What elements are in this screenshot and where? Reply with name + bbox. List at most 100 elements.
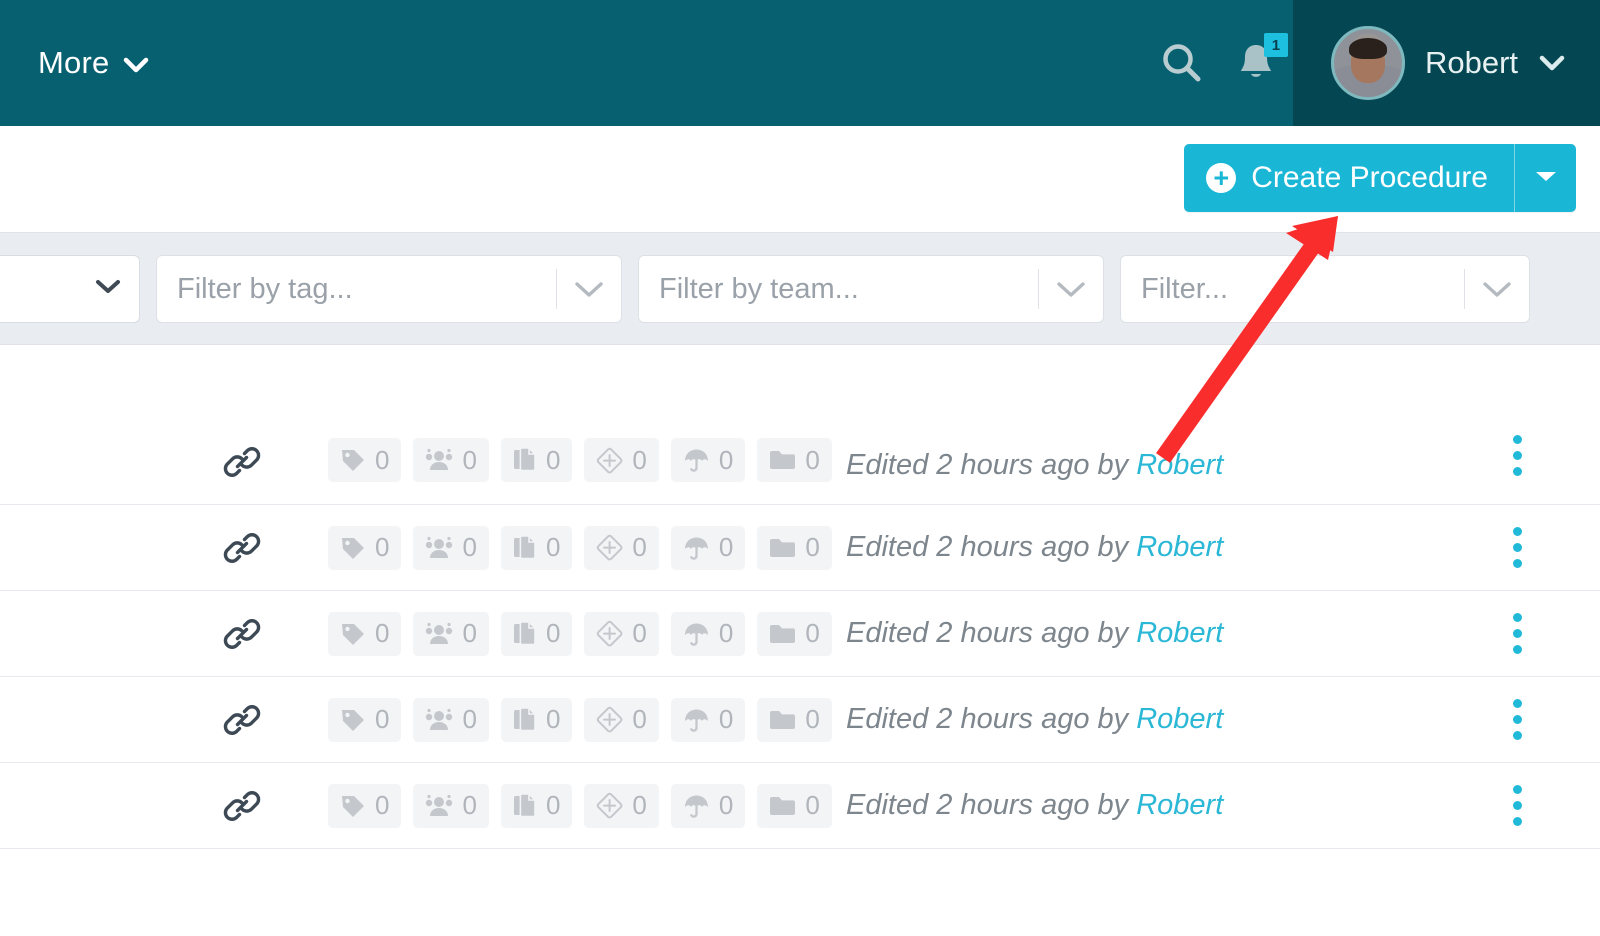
chip-count: 0 [545, 532, 561, 562]
chip-copy-documents[interactable]: 0 [500, 783, 573, 828]
chip-diamond[interactable]: 0 [584, 438, 659, 482]
users-icon [425, 535, 453, 561]
chip-umbrella[interactable]: 0 [670, 783, 746, 828]
edited-author-link[interactable]: Robert [1136, 789, 1223, 821]
umbrella-icon [683, 793, 710, 819]
link-icon[interactable] [222, 700, 262, 740]
vertical-dots-icon[interactable] [1507, 429, 1528, 482]
link-icon[interactable] [222, 614, 262, 654]
chip-copy-documents[interactable]: 0 [500, 611, 573, 656]
caret-down-icon [1533, 168, 1559, 189]
chip-copy-documents[interactable]: 0 [500, 525, 573, 570]
chip-umbrella[interactable]: 0 [670, 525, 746, 570]
row-edited-meta: Edited 2 hours ago by Robert [846, 703, 1223, 736]
users-icon [425, 793, 453, 819]
edited-author-link[interactable]: Robert [1136, 617, 1223, 649]
chip-count: 0 [718, 444, 734, 475]
chip-count: 0 [805, 532, 820, 562]
row-metric-chips: 0 0 0 0 0 0 [328, 611, 832, 656]
nav-more-menu[interactable]: More [38, 45, 149, 81]
chip-tag[interactable]: 0 [328, 438, 402, 482]
folder-icon [769, 795, 796, 817]
chip-count: 0 [375, 790, 390, 820]
chip-users[interactable]: 0 [413, 697, 489, 742]
folder-icon [769, 449, 796, 471]
chip-diamond[interactable]: 0 [584, 783, 659, 828]
chip-folder[interactable]: 0 [757, 438, 832, 482]
chip-users[interactable]: 0 [413, 611, 489, 656]
table-row[interactable]: 0 0 0 0 0 0 Edited 2 hours ago by Robert [0, 345, 1600, 505]
chip-copy-documents[interactable]: 0 [500, 697, 573, 742]
misc-filter-input[interactable]: Filter... [1120, 255, 1530, 323]
create-procedure-label: Create Procedure [1251, 161, 1488, 194]
chip-count: 0 [375, 444, 390, 475]
table-row[interactable]: 0 0 0 0 0 0 Edited 2 hours ago by Robert [0, 763, 1600, 849]
chevron-down-icon[interactable] [1465, 279, 1529, 300]
folder-icon [769, 623, 796, 645]
chip-count: 0 [545, 790, 561, 820]
chip-tag[interactable]: 0 [328, 611, 402, 656]
chip-umbrella[interactable]: 0 [670, 438, 746, 482]
nav-more-label: More [38, 45, 110, 80]
chip-umbrella[interactable]: 0 [670, 697, 746, 742]
top-header-bar: More 1 Robert [0, 0, 1600, 126]
team-filter-placeholder: Filter by team... [659, 272, 859, 305]
tag-icon [340, 707, 366, 733]
vertical-dots-icon[interactable] [1507, 607, 1528, 660]
chip-count: 0 [632, 618, 647, 648]
users-icon [425, 447, 453, 473]
chip-folder[interactable]: 0 [757, 697, 832, 742]
link-icon[interactable] [222, 528, 262, 568]
chip-diamond[interactable]: 0 [584, 611, 659, 656]
chip-count: 0 [805, 790, 820, 820]
chip-folder[interactable]: 0 [757, 525, 832, 570]
copy-documents-icon [513, 706, 537, 733]
vertical-dots-icon[interactable] [1507, 779, 1528, 832]
chip-count: 0 [545, 704, 561, 734]
status-select[interactable] [0, 255, 140, 323]
copy-documents-icon [513, 792, 537, 819]
link-icon[interactable] [222, 442, 262, 482]
chevron-down-icon[interactable] [1039, 279, 1103, 300]
edited-text: Edited 2 hours ago by [846, 449, 1137, 481]
chip-folder[interactable]: 0 [757, 783, 832, 828]
table-row[interactable]: 0 0 0 0 0 0 Edited 2 hours ago by Robert [0, 505, 1600, 591]
link-icon[interactable] [222, 786, 262, 826]
tag-filter-input[interactable]: Filter by tag... [156, 255, 622, 323]
edited-author-link[interactable]: Robert [1136, 531, 1223, 563]
chip-count: 0 [462, 444, 477, 475]
notification-count-badge: 1 [1263, 33, 1288, 57]
user-menu[interactable]: Robert [1292, 0, 1600, 126]
chevron-down-icon[interactable] [557, 279, 621, 300]
team-filter-input[interactable]: Filter by team... [638, 255, 1104, 323]
chip-count: 0 [718, 790, 734, 820]
avatar [1330, 26, 1405, 100]
edited-text: Edited 2 hours ago by [846, 617, 1137, 649]
row-metric-chips: 0 0 0 0 0 0 [328, 697, 832, 742]
create-procedure-dropdown-toggle[interactable] [1514, 144, 1576, 212]
chip-umbrella[interactable]: 0 [670, 611, 746, 656]
edited-author-link[interactable]: Robert [1136, 449, 1223, 481]
vertical-dots-icon[interactable] [1507, 521, 1528, 574]
chip-users[interactable]: 0 [413, 783, 489, 828]
tag-icon [340, 535, 366, 561]
table-row[interactable]: 0 0 0 0 0 0 Edited 2 hours ago by Robert [0, 677, 1600, 763]
chip-diamond[interactable]: 0 [584, 697, 659, 742]
chip-tag[interactable]: 0 [328, 697, 402, 742]
chip-count: 0 [718, 618, 734, 648]
create-procedure-button[interactable]: + Create Procedure [1184, 144, 1514, 212]
chip-users[interactable]: 0 [413, 438, 489, 482]
chip-copy-documents[interactable]: 0 [500, 438, 573, 482]
table-row[interactable]: 0 0 0 0 0 0 Edited 2 hours ago by Robert [0, 591, 1600, 677]
vertical-dots-icon[interactable] [1507, 693, 1528, 746]
chip-folder[interactable]: 0 [757, 611, 832, 656]
chip-users[interactable]: 0 [413, 525, 489, 570]
chip-tag[interactable]: 0 [328, 783, 402, 828]
chip-count: 0 [632, 790, 647, 820]
row-metric-chips: 0 0 0 0 0 0 [328, 783, 832, 828]
notifications-button[interactable]: 1 [1219, 0, 1293, 126]
edited-author-link[interactable]: Robert [1136, 703, 1223, 735]
chip-tag[interactable]: 0 [328, 525, 402, 570]
chip-diamond[interactable]: 0 [584, 525, 659, 570]
search-button[interactable] [1145, 0, 1219, 126]
